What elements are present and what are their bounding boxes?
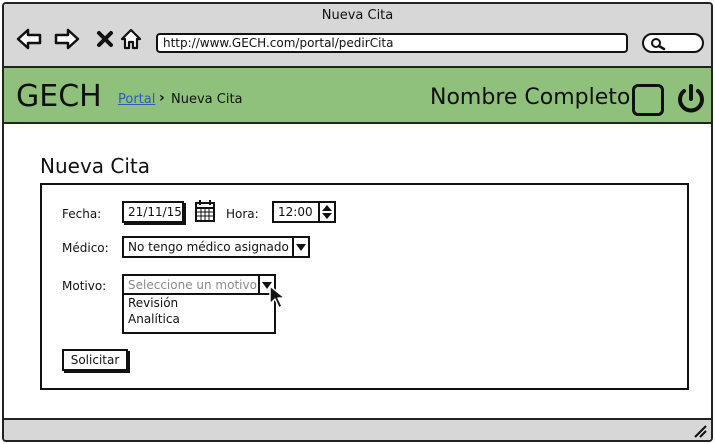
avatar[interactable] <box>632 84 664 116</box>
search-icon <box>650 36 666 55</box>
medico-value: No tengo médico asignado <box>128 240 289 254</box>
hora-spinner[interactable] <box>318 201 336 223</box>
medico-label: Médico: <box>62 241 109 255</box>
close-icon[interactable] <box>92 26 118 52</box>
browser-search-field[interactable] <box>642 33 704 53</box>
breadcrumb-separator: › <box>159 90 165 106</box>
forward-arrow-icon[interactable] <box>54 26 80 52</box>
window-title: Nueva Cita <box>321 8 394 23</box>
url-bar[interactable]: http://www.GECH.com/portal/pedirCita <box>156 33 628 53</box>
solicitar-button[interactable]: Solicitar <box>62 349 128 371</box>
hora-value: 12:00 <box>278 205 313 219</box>
motivo-dropdown-list: Revisión Analítica <box>122 293 276 334</box>
fecha-input[interactable]: 21/11/15 <box>122 201 184 223</box>
breadcrumb-portal-link[interactable]: Portal <box>118 92 155 107</box>
motivo-label: Motivo: <box>62 279 107 293</box>
app-header: GECH Portal › Nueva Cita Nombre Completo <box>4 68 711 124</box>
hora-label: Hora: <box>226 207 259 221</box>
calendar-icon[interactable] <box>194 199 216 227</box>
chevron-down-icon[interactable] <box>292 236 310 258</box>
browser-window: Nueva Cita http://www.GECH.com/portal/pe… <box>2 2 713 442</box>
motivo-placeholder: Seleccione un motivo <box>128 278 257 292</box>
hora-input[interactable]: 12:00 <box>272 201 336 223</box>
dropdown-option-analitica[interactable]: Analítica <box>124 311 274 327</box>
breadcrumb-current: Nueva Cita <box>171 92 243 107</box>
mouse-cursor-icon <box>268 284 288 314</box>
status-bar <box>4 418 711 440</box>
fecha-label: Fecha: <box>62 207 102 221</box>
user-name[interactable]: Nombre Completo <box>430 85 630 110</box>
back-arrow-icon[interactable] <box>16 26 42 52</box>
medico-select[interactable]: No tengo médico asignado <box>122 236 310 258</box>
power-icon[interactable] <box>674 82 708 116</box>
page-title: Nueva Cita <box>40 154 151 178</box>
browser-chrome: Nueva Cita http://www.GECH.com/portal/pe… <box>4 4 711 68</box>
home-icon[interactable] <box>118 26 144 52</box>
appointment-form: Fecha: 21/11/15 Hora: 12:00 Médico: No t… <box>40 183 689 390</box>
dropdown-option-revision[interactable]: Revisión <box>124 295 274 311</box>
resize-grip-icon[interactable] <box>691 422 707 438</box>
app-logo[interactable]: GECH <box>16 80 102 114</box>
